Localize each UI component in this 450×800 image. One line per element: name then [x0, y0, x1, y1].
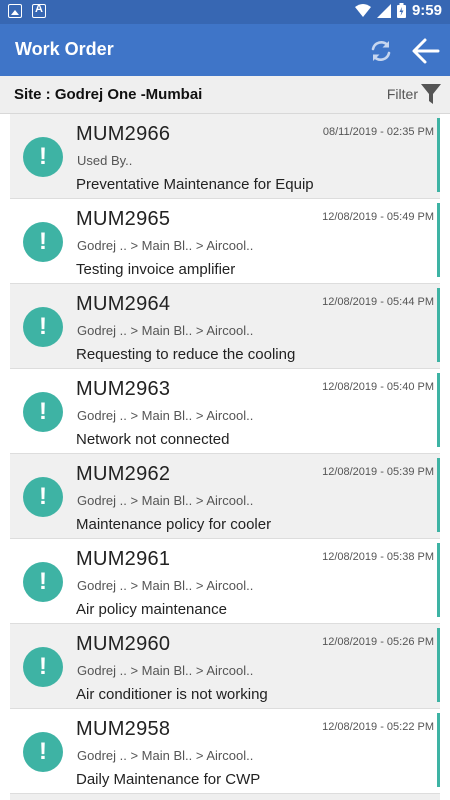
work-order-date: 12/08/2019 - 05:38 PM [322, 551, 434, 563]
work-order-item[interactable]: ! MUM2966 08/11/2019 - 02:35 PM Used By.. Pr… [10, 114, 440, 199]
work-order-id: MUM2962 [76, 463, 171, 485]
site-prefix: Site : [14, 86, 55, 103]
work-order-location: Godrej .. > Main Bl.. > Aircool.. [77, 493, 254, 508]
battery-icon [396, 3, 406, 18]
work-order-id: MUM2961 [76, 548, 171, 570]
wifi-icon [354, 3, 371, 17]
list-bottom-edge [10, 794, 440, 800]
work-order-date: 12/08/2019 - 05:49 PM [322, 211, 434, 223]
work-order-date: 12/08/2019 - 05:22 PM [322, 721, 434, 733]
alert-icon: ! [23, 732, 63, 772]
back-button[interactable] [410, 35, 442, 67]
work-order-location: Godrej .. > Main Bl.. > Aircool.. [77, 748, 254, 763]
work-order-item[interactable]: ! MUM2964 12/08/2019 - 05:44 PM Godrej .. >… [10, 284, 440, 369]
work-order-date: 12/08/2019 - 05:40 PM [322, 381, 434, 393]
work-order-description: Requesting to reduce the cooling [76, 346, 296, 363]
status-accent-bar [437, 203, 440, 277]
work-order-date: 12/08/2019 - 05:44 PM [322, 296, 434, 308]
refresh-button[interactable] [366, 36, 396, 66]
work-order-location: Godrej .. > Main Bl.. > Aircool.. [77, 663, 254, 678]
status-accent-bar [437, 373, 440, 447]
work-order-description: Daily Maintenance for CWP [76, 771, 261, 788]
status-accent-bar [437, 543, 440, 617]
work-order-description: Testing invoice amplifier [76, 261, 236, 278]
page-title: Work Order [15, 39, 114, 59]
work-order-item[interactable]: ! MUM2960 12/08/2019 - 05:26 PM Godrej .. >… [10, 624, 440, 709]
work-order-description: Air conditioner is not working [76, 686, 268, 703]
work-order-date: 08/11/2019 - 02:35 PM [322, 126, 434, 138]
work-order-location: Godrej .. > Main Bl.. > Aircool.. [77, 238, 254, 253]
work-order-item[interactable]: ! MUM2965 12/08/2019 - 05:49 PM Godrej .. >… [10, 199, 440, 284]
status-accent-bar [437, 288, 440, 362]
work-order-id: MUM2960 [76, 633, 171, 655]
signal-icon [376, 3, 391, 18]
work-order-location: Godrej .. > Main Bl.. > Aircool.. [77, 323, 254, 338]
work-order-description: Maintenance policy for cooler [76, 516, 272, 533]
site-name: Godrej One -Mumbai [54, 86, 203, 103]
work-order-item[interactable]: ! MUM2961 12/08/2019 - 05:38 PM Godrej .. >… [10, 539, 440, 624]
status-accent-bar [437, 713, 440, 787]
work-order-description: Network not connected [76, 431, 230, 448]
alert-icon: ! [23, 307, 63, 347]
work-order-description: Air policy maintenance [76, 601, 227, 618]
filter-button[interactable]: Filter [387, 82, 442, 106]
work-order-id: MUM2966 [76, 123, 171, 145]
work-order-list: ! MUM2966 08/11/2019 - 02:35 PM Used By.. Pr… [10, 114, 440, 794]
work-order-id: MUM2965 [76, 208, 171, 230]
work-order-item[interactable]: ! MUM2963 12/08/2019 - 05:40 PM Godrej .. >… [10, 369, 440, 454]
work-order-id: MUM2964 [76, 293, 171, 315]
work-order-location: Used By.. [77, 153, 133, 168]
a-icon [32, 3, 46, 18]
alert-icon: ! [23, 137, 63, 177]
work-order-date: 12/08/2019 - 05:26 PM [322, 636, 434, 648]
work-order-location: Godrej .. > Main Bl.. > Aircool.. [77, 578, 254, 593]
alert-icon: ! [23, 392, 63, 432]
app-bar: Work Order [0, 24, 450, 76]
work-order-id: MUM2958 [76, 718, 171, 740]
work-order-item[interactable]: ! MUM2958 12/08/2019 - 05:22 PM Godrej .. >… [10, 709, 440, 794]
funnel-icon [421, 84, 441, 104]
status-bar: 9:59 [0, 0, 450, 24]
clock: 9:59 [411, 2, 442, 19]
work-order-date: 12/08/2019 - 05:39 PM [322, 466, 434, 478]
work-order-location: Godrej .. > Main Bl.. > Aircool.. [77, 408, 254, 423]
status-accent-bar [437, 628, 440, 702]
alert-icon: ! [23, 477, 63, 517]
image-icon [8, 4, 22, 18]
status-accent-bar [437, 118, 440, 192]
filter-label: Filter [386, 86, 418, 102]
alert-icon: ! [23, 222, 63, 262]
work-order-id: MUM2963 [76, 378, 171, 400]
alert-icon: ! [23, 562, 63, 602]
work-order-item[interactable]: ! MUM2962 12/08/2019 - 05:39 PM Godrej .. >… [10, 454, 440, 539]
site-label: Site : Godrej One -Mumbai [14, 86, 202, 103]
refresh-icon [371, 41, 391, 61]
work-order-description: Preventative Maintenance for Equip [76, 176, 314, 193]
alert-icon: ! [23, 647, 63, 687]
arrow-left-icon [412, 38, 440, 64]
status-accent-bar [437, 458, 440, 532]
site-bar: Site : Godrej One -Mumbai Filter [0, 76, 450, 114]
